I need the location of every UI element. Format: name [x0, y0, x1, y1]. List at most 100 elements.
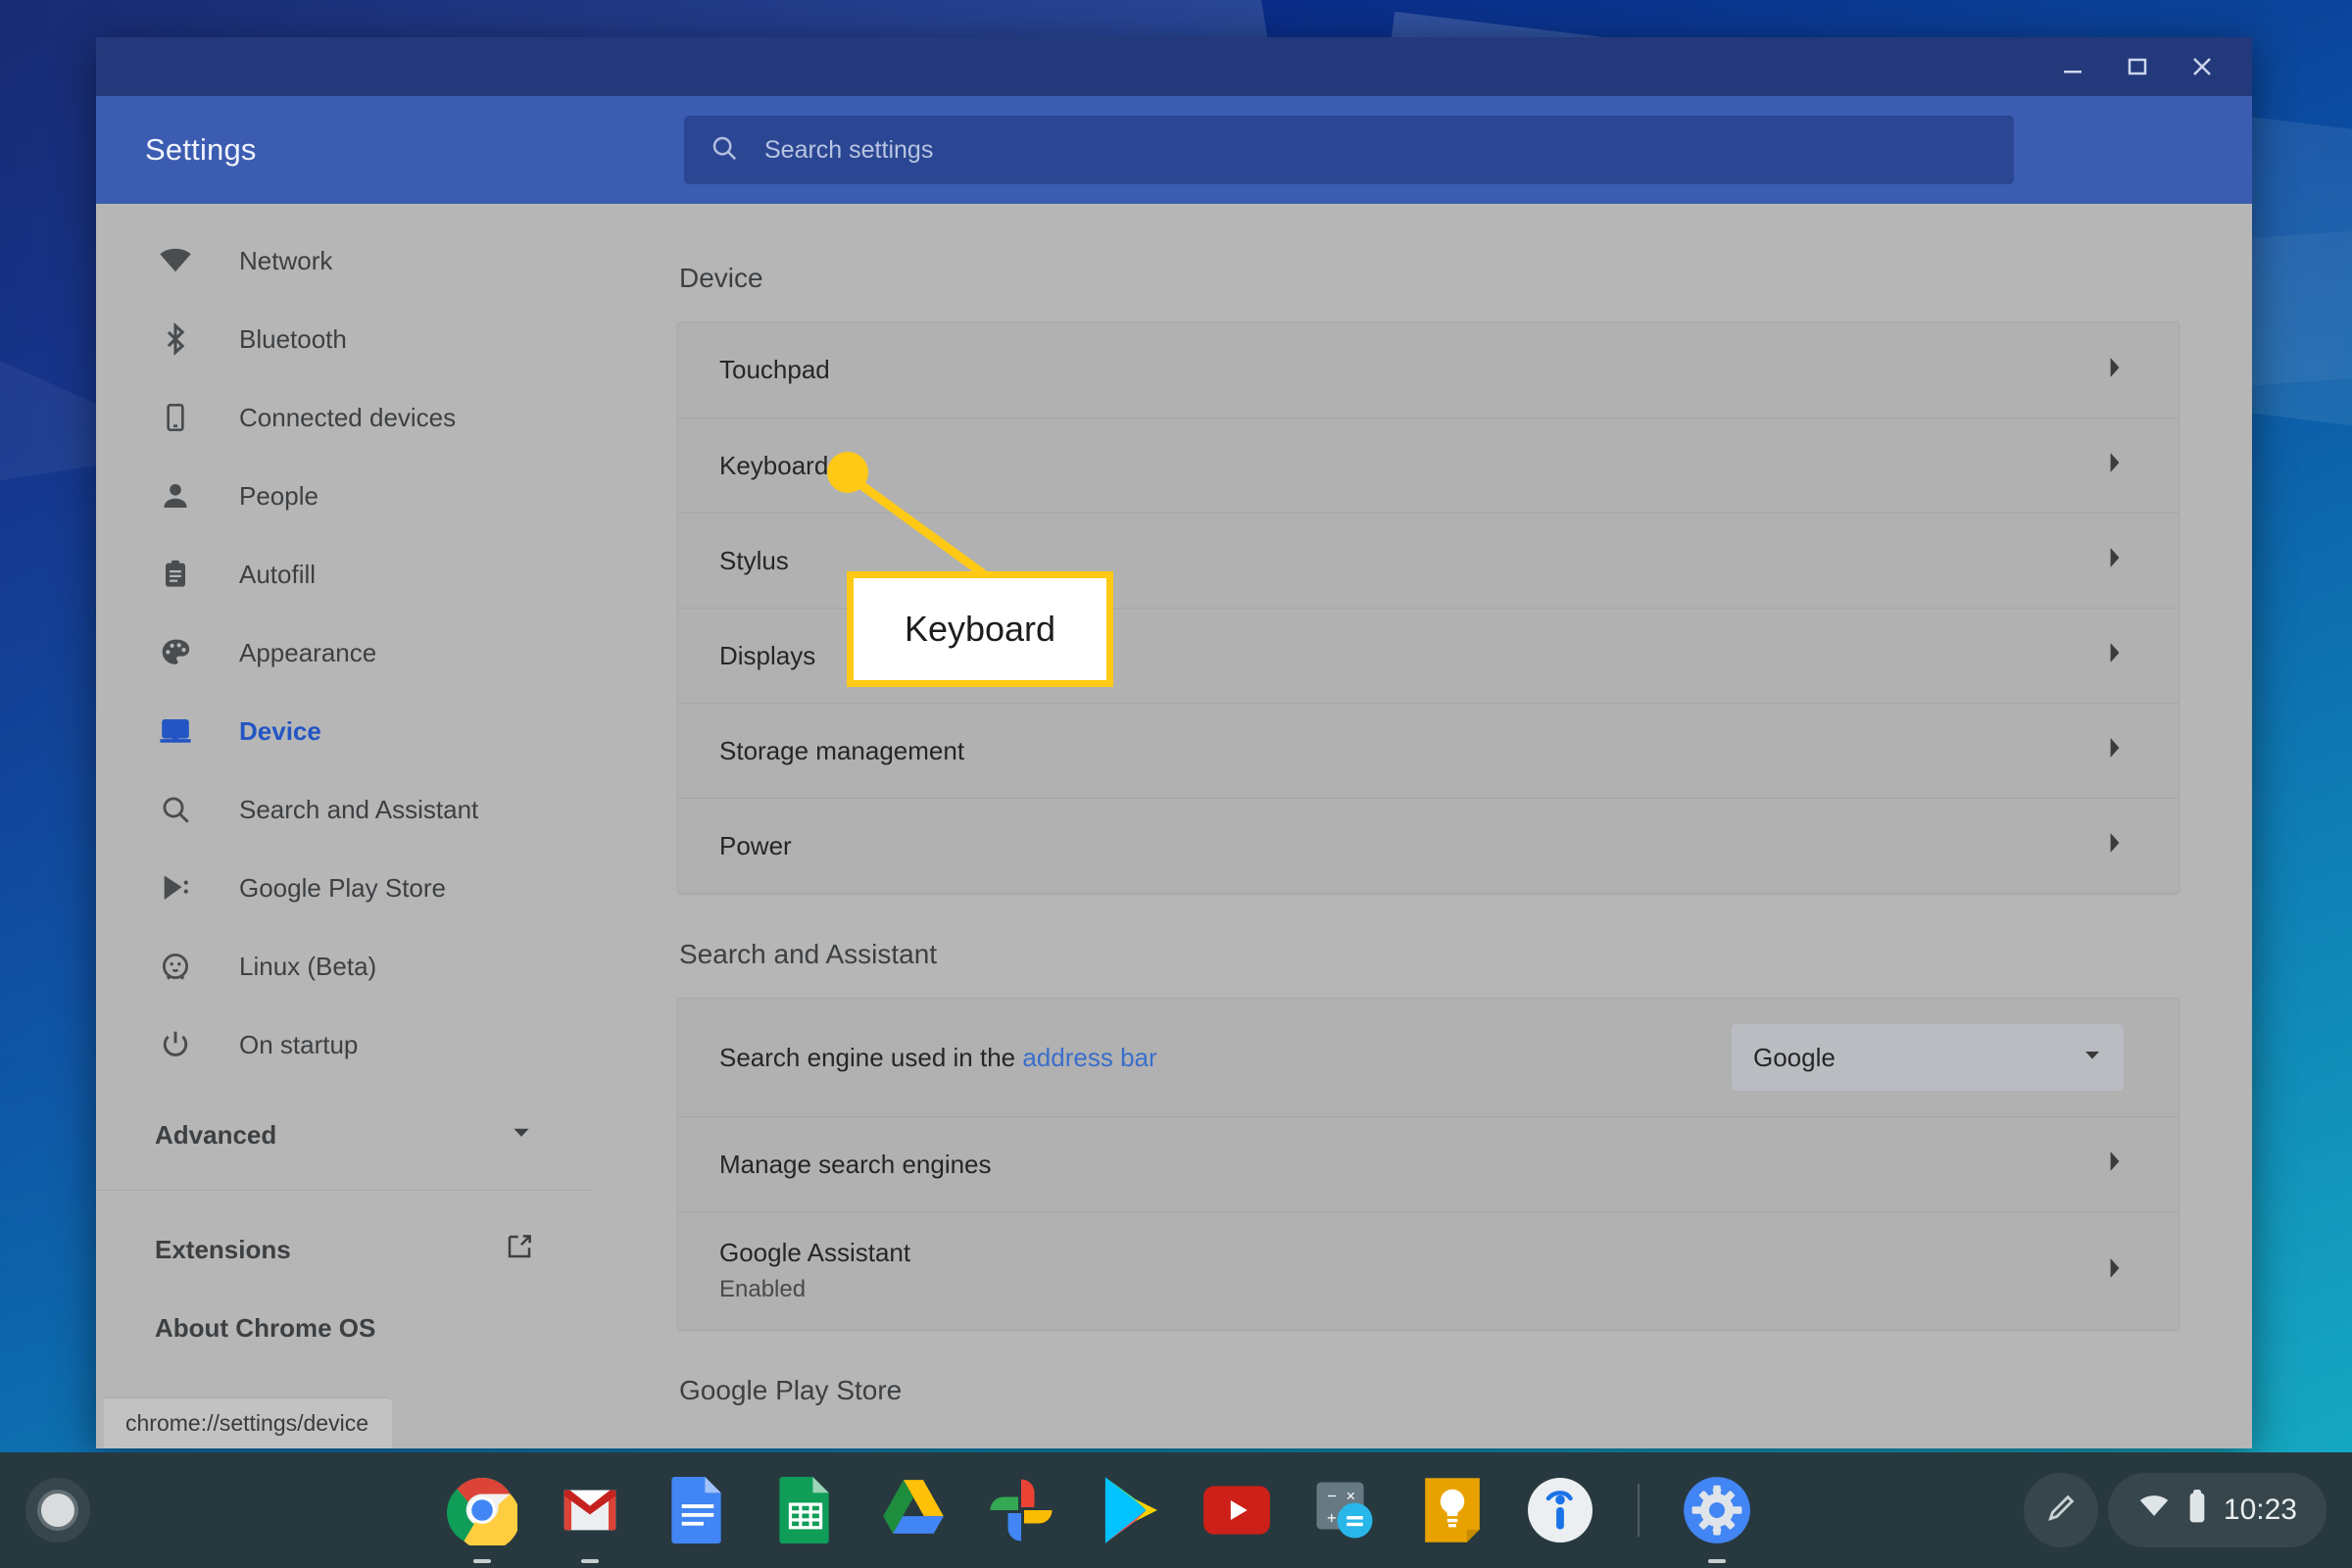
sidebar-item-label: Bluetooth	[239, 323, 347, 354]
google-drive-icon[interactable]	[877, 1474, 950, 1546]
play-store-icon[interactable]	[1093, 1474, 1165, 1546]
google-docs-icon[interactable]	[662, 1474, 734, 1546]
sidebar-item-on-startup[interactable]: On startup	[96, 1005, 591, 1084]
launcher-button[interactable]	[0, 1452, 116, 1568]
google-photos-icon[interactable]	[985, 1474, 1057, 1546]
sidebar-item-label: Device	[239, 715, 321, 746]
sidebar-item-linux-beta[interactable]: Linux (Beta)	[96, 927, 591, 1005]
sidebar-item-label: About Chrome OS	[155, 1312, 376, 1343]
chevron-right-icon	[2106, 737, 2124, 764]
row-label-text: Search engine used in the	[719, 1042, 1023, 1072]
section-title-google-play-store: Google Play Store	[679, 1375, 903, 1405]
chevron-right-icon	[2106, 832, 2124, 859]
sidebar-item-about-chrome-os[interactable]: About Chrome OS	[96, 1289, 591, 1367]
row-touchpad[interactable]: Touchpad	[678, 322, 2179, 417]
sidebar-item-connected-devices[interactable]: Connected devices	[96, 378, 591, 457]
google-keep-icon[interactable]	[1416, 1474, 1489, 1546]
row-label: Storage management	[719, 735, 965, 765]
running-indicator	[581, 1559, 599, 1563]
section-title-device: Device	[679, 263, 763, 293]
row-label: Search engine used in the address bar	[719, 1043, 1732, 1073]
sidebar-advanced-label: Advanced	[155, 1119, 277, 1150]
row-label: Displays	[719, 640, 816, 670]
info-icon[interactable]	[1524, 1474, 1596, 1546]
sidebar-item-label: Appearance	[239, 637, 377, 667]
sidebar-item-label: Connected devices	[239, 402, 457, 432]
device-settings-card: Touchpad Keyboard Stylus Displays Storag…	[677, 321, 2180, 894]
calculator-icon[interactable]: − × +	[1308, 1474, 1381, 1546]
row-label: Google Assistant Enabled	[719, 1238, 2106, 1303]
svg-text:+: +	[1327, 1510, 1337, 1528]
chrome-icon[interactable]	[446, 1474, 518, 1563]
search-icon	[710, 133, 739, 168]
settings-main-content: Device Touchpad Keyboard Stylus Displays…	[591, 204, 2252, 1448]
row-label: Touchpad	[719, 355, 830, 384]
chevron-right-icon	[2106, 1257, 2124, 1285]
phone-icon	[155, 397, 196, 438]
chevron-right-icon	[2106, 1151, 2124, 1178]
sidebar-item-autofill[interactable]: Autofill	[96, 535, 591, 613]
row-power[interactable]: Power	[678, 798, 2179, 893]
chevron-right-icon	[2106, 357, 2124, 384]
minimize-button[interactable]	[2040, 37, 2105, 96]
wifi-icon	[2137, 1490, 2171, 1531]
sidebar-item-google-play-store[interactable]: Google Play Store	[96, 849, 591, 927]
sidebar-item-people[interactable]: People	[96, 457, 591, 535]
wifi-icon	[155, 240, 196, 281]
stylus-button[interactable]	[2023, 1473, 2098, 1547]
row-sublabel: Enabled	[719, 1276, 807, 1302]
clipboard-icon	[155, 554, 196, 595]
youtube-icon[interactable]	[1200, 1474, 1273, 1546]
shelf-app-icons: − × +	[446, 1474, 1753, 1563]
settings-gear-icon[interactable]	[1681, 1474, 1753, 1563]
sidebar-item-appearance[interactable]: Appearance	[96, 613, 591, 692]
clock-time: 10:23	[2223, 1494, 2297, 1526]
page-title: Settings	[145, 132, 257, 167]
sidebar-item-search-and-assistant[interactable]: Search and Assistant	[96, 770, 591, 849]
sidebar-item-label: Network	[239, 245, 333, 275]
sidebar-item-network[interactable]: Network	[96, 221, 591, 300]
chevron-down-icon	[2081, 1043, 2104, 1073]
status-url-bubble: chrome://settings/device	[104, 1398, 393, 1448]
system-tray: 10:23	[2023, 1473, 2327, 1547]
shelf-divider	[1638, 1484, 1640, 1537]
launcher-icon	[25, 1478, 90, 1543]
search-input[interactable]	[764, 135, 1988, 165]
external-link-icon	[505, 1232, 534, 1268]
sidebar-item-label: Autofill	[239, 559, 317, 589]
gmail-icon[interactable]	[554, 1474, 626, 1563]
launcher-dot	[41, 1494, 74, 1527]
row-search-engine: Search engine used in the address bar Go…	[678, 999, 2179, 1116]
sidebar-advanced-toggle[interactable]: Advanced	[96, 1090, 591, 1180]
chevron-right-icon	[2106, 642, 2124, 669]
row-storage-management[interactable]: Storage management	[678, 703, 2179, 798]
maximize-button[interactable]	[2105, 37, 2170, 96]
row-keyboard[interactable]: Keyboard	[678, 417, 2179, 513]
row-google-assistant[interactable]: Google Assistant Enabled	[678, 1211, 2179, 1329]
running-indicator	[1708, 1559, 1726, 1563]
row-label: Power	[719, 830, 792, 860]
address-bar-link[interactable]: address bar	[1022, 1043, 1156, 1072]
row-manage-search-engines[interactable]: Manage search engines	[678, 1116, 2179, 1211]
row-displays[interactable]: Displays	[678, 608, 2179, 703]
section-title-search-and-assistant: Search and Assistant	[679, 939, 938, 969]
chevron-right-icon	[2106, 547, 2124, 574]
bluetooth-icon	[155, 318, 196, 360]
sidebar-item-label: People	[239, 480, 318, 511]
battery-icon	[2186, 1489, 2208, 1532]
row-label: Stylus	[719, 545, 789, 575]
power-icon	[155, 1024, 196, 1065]
search-engine-select[interactable]: Google	[1732, 1024, 2124, 1091]
close-button[interactable]	[2170, 37, 2234, 96]
play-store-icon	[155, 867, 196, 908]
search-settings-box[interactable]	[684, 116, 2014, 184]
sidebar-item-label: Google Play Store	[239, 872, 447, 903]
google-sheets-icon[interactable]	[769, 1474, 842, 1546]
status-tray-button[interactable]: 10:23	[2107, 1473, 2327, 1547]
row-stylus[interactable]: Stylus	[678, 513, 2179, 608]
sidebar-item-bluetooth[interactable]: Bluetooth	[96, 300, 591, 378]
settings-body: Network Bluetooth Connected devices Peop…	[96, 204, 2252, 1448]
chevron-right-icon	[2106, 452, 2124, 479]
sidebar-item-extensions[interactable]: Extensions	[96, 1210, 591, 1289]
sidebar-item-device[interactable]: Device	[96, 692, 591, 770]
